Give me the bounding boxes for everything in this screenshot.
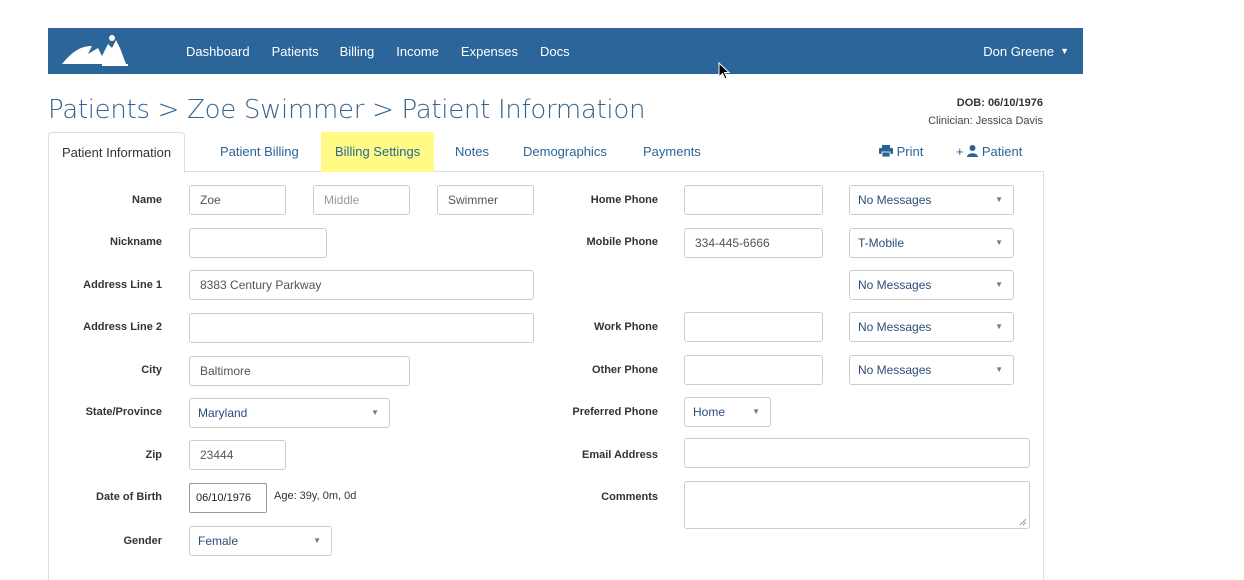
city-input[interactable]: Baltimore	[189, 356, 410, 386]
select-arrow-icon: ▼	[995, 365, 1003, 374]
gender-value: Female	[198, 534, 239, 548]
work-messages-select[interactable]: No Messages ▼	[849, 312, 1014, 342]
nav-docs[interactable]: Docs	[540, 44, 570, 59]
print-button[interactable]: Print	[879, 132, 923, 172]
preferred-phone-select[interactable]: Home ▼	[684, 397, 771, 427]
tab-demographics[interactable]: Demographics	[523, 132, 607, 172]
work-phone-label: Work Phone	[594, 321, 658, 333]
select-arrow-icon: ▼	[752, 407, 760, 416]
user-menu[interactable]: Don Greene ▼	[983, 28, 1069, 74]
nav-billing[interactable]: Billing	[340, 44, 375, 59]
email-label: Email Address	[581, 449, 658, 461]
breadcrumb: Patients > Zoe Swimmer > Patient Informa…	[48, 95, 645, 125]
email-input[interactable]	[684, 438, 1030, 468]
gender-label: Gender	[123, 535, 162, 547]
printer-icon	[879, 145, 893, 158]
name-label: Name	[132, 194, 162, 206]
nav-dashboard[interactable]: Dashboard	[186, 44, 250, 59]
age-text: Age: 39y, 0m, 0d	[274, 490, 357, 502]
last-name-input[interactable]: Swimmer	[437, 185, 534, 215]
logo-icon[interactable]	[58, 34, 130, 68]
select-arrow-icon: ▼	[995, 322, 1003, 331]
state-value: Maryland	[198, 406, 248, 420]
other-phone-label: Other Phone	[591, 364, 658, 376]
clinician-summary: Clinician: Jessica Davis	[928, 115, 1043, 127]
top-navbar: Dashboard Patients Billing Income Expens…	[48, 28, 1083, 74]
breadcrumb-separator: >	[364, 95, 402, 125]
nickname-label: Nickname	[110, 236, 162, 248]
home-messages-select[interactable]: No Messages ▼	[849, 185, 1014, 215]
middle-name-input[interactable]: Middle	[313, 185, 410, 215]
tab-patient-billing[interactable]: Patient Billing	[220, 132, 299, 172]
print-label: Print	[896, 144, 924, 159]
other-messages-select[interactable]: No Messages ▼	[849, 355, 1014, 385]
plus-label: +	[956, 144, 964, 159]
address2-input[interactable]	[189, 313, 534, 343]
mobile-messages-select[interactable]: No Messages ▼	[849, 270, 1014, 300]
address1-label: Address Line 1	[83, 279, 162, 291]
address1-input[interactable]: 8383 Century Parkway	[189, 270, 534, 300]
add-patient-label: Patient	[981, 144, 1023, 159]
tab-patient-information[interactable]: Patient Information	[48, 132, 186, 173]
nav-income[interactable]: Income	[396, 44, 439, 59]
nav-expenses[interactable]: Expenses	[461, 44, 518, 59]
zip-input[interactable]: 23444	[189, 440, 286, 470]
work-phone-input[interactable]	[684, 312, 823, 342]
breadcrumb-separator: >	[149, 95, 188, 125]
address2-label: Address Line 2	[83, 321, 162, 333]
tab-notes[interactable]: Notes	[455, 132, 489, 172]
work-messages-value: No Messages	[858, 320, 932, 334]
breadcrumb-current-page: Patient Information	[401, 95, 646, 125]
preferred-phone-label: Preferred Phone	[572, 406, 658, 418]
caret-down-icon: ▼	[1060, 46, 1069, 56]
nav-patients[interactable]: Patients	[272, 44, 319, 59]
nickname-input[interactable]	[189, 228, 327, 258]
patient-tabs: Patient Information Patient Billing Bill…	[48, 132, 1044, 173]
mobile-phone-label: Mobile Phone	[586, 236, 659, 248]
city-label: City	[141, 364, 162, 376]
dob-input[interactable]: 06/10/1976	[189, 483, 267, 513]
other-messages-value: No Messages	[858, 363, 932, 377]
resize-grip-icon[interactable]	[1019, 518, 1027, 526]
dob-summary: DOB: 06/10/1976	[956, 97, 1043, 109]
home-phone-label: Home Phone	[590, 194, 658, 206]
select-arrow-icon: ▼	[313, 536, 321, 545]
breadcrumb-patient-name[interactable]: Zoe Swimmer	[187, 95, 364, 125]
comments-textarea[interactable]	[684, 481, 1030, 529]
breadcrumb-patients[interactable]: Patients	[48, 95, 150, 125]
other-phone-input[interactable]	[684, 355, 823, 385]
select-arrow-icon: ▼	[371, 408, 379, 417]
home-messages-value: No Messages	[858, 193, 932, 207]
first-name-input[interactable]: Zoe	[189, 185, 286, 215]
mouse-cursor-icon	[718, 62, 731, 80]
user-name: Don Greene	[983, 43, 1055, 59]
tab-payments[interactable]: Payments	[643, 132, 701, 172]
add-patient-button[interactable]: + Patient	[956, 132, 1022, 172]
state-label: State/Province	[85, 406, 162, 418]
comments-label: Comments	[601, 491, 658, 503]
tab-billing-settings[interactable]: Billing Settings	[321, 132, 435, 172]
home-phone-input[interactable]	[684, 185, 823, 215]
preferred-phone-value: Home	[693, 405, 726, 419]
mobile-phone-input[interactable]: 334-445-6666	[684, 228, 823, 258]
state-select[interactable]: Maryland ▼	[189, 398, 390, 428]
gender-select[interactable]: Female ▼	[189, 526, 332, 556]
mobile-messages-value: No Messages	[858, 278, 932, 292]
mobile-carrier-select[interactable]: T-Mobile ▼	[849, 228, 1014, 258]
select-arrow-icon: ▼	[995, 280, 1003, 289]
user-icon	[967, 145, 979, 157]
select-arrow-icon: ▼	[995, 195, 1003, 204]
dob-label: Date of Birth	[96, 491, 162, 503]
patient-summary: DOB: 06/10/1976 Clinician: Jessica Davis	[928, 94, 1043, 130]
mobile-carrier-value: T-Mobile	[858, 236, 905, 250]
zip-label: Zip	[145, 449, 163, 461]
select-arrow-icon: ▼	[995, 238, 1003, 247]
